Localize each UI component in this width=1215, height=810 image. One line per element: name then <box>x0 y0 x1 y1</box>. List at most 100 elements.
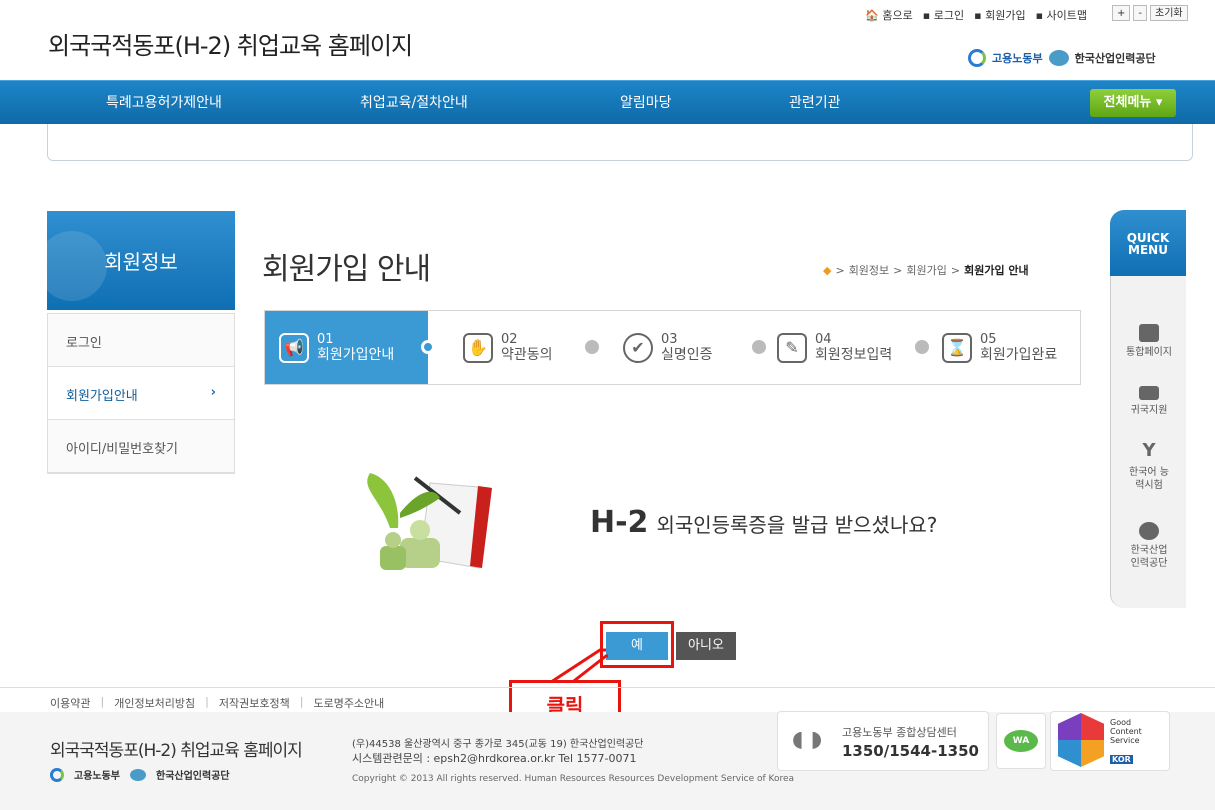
good-content-logo-icon <box>1058 713 1104 767</box>
footer-logo-hrdk: 한국산업인력공단 <box>156 771 230 782</box>
breadcrumb-item-2[interactable]: 회원가입 <box>906 262 946 278</box>
folder-icon <box>1139 386 1159 400</box>
wa-badge-label: WA <box>1004 730 1038 752</box>
moel-logo-icon <box>968 49 986 67</box>
footer-link-address[interactable]: 도로명주소안내 <box>313 695 384 711</box>
breadcrumb-sep-icon: > <box>835 263 845 277</box>
footer-logos: 고용노동부 한국산업인력공단 <box>50 767 230 782</box>
moel-logo-icon <box>50 767 64 782</box>
step-5: ⌛ 05 회원가입완료 <box>942 311 1057 384</box>
nav-item-related[interactable]: 관련기관 <box>789 92 841 112</box>
step-1-label: 회원가입안내 <box>317 347 395 363</box>
lnb-title-text: 회원정보 <box>104 250 178 274</box>
side-item-signup-guide[interactable]: 회원가입안내 › <box>48 367 234 420</box>
step-1: 📢 01 회원가입안내 <box>265 311 428 384</box>
nav-item-education[interactable]: 취업교육/절차안내 <box>360 92 468 112</box>
top-links: 🏠 홈으로 ▪ 로그인 ▪ 회원가입 ▪ 사이트맵 <box>865 7 1087 23</box>
home-icon[interactable]: ◆ <box>823 264 831 277</box>
footer-link-copyright[interactable]: 저작권보호정책 <box>219 695 290 711</box>
signup-link[interactable]: ▪ 회원가입 <box>974 7 1025 23</box>
footer-link-privacy[interactable]: 개인정보처리방침 <box>114 695 195 711</box>
font-reset-button[interactable]: 초기화 <box>1150 5 1188 21</box>
good-content-kor: KOR <box>1110 755 1133 764</box>
font-size-controls: + - 초기화 <box>1112 5 1188 21</box>
step-4-num: 04 <box>815 332 832 347</box>
sub-menu-bar <box>47 124 1193 161</box>
main-nav: 특례고용허가제안내 취업교육/절차안내 알림마당 관련기관 전체메뉴 ▾ <box>0 80 1215 124</box>
breadcrumb-item-1[interactable]: 회원정보 <box>849 262 889 278</box>
call-center-number: 1350/1544-1350 <box>842 742 979 760</box>
footer-sep: | <box>100 695 105 708</box>
hrdk-icon <box>1139 522 1159 540</box>
quick-item-hrdk-label: 한국산업 인력공단 <box>1130 545 1168 569</box>
page-title: 회원가입 안내 <box>262 252 431 287</box>
quick-title-2: MENU <box>1128 243 1168 257</box>
side-item-login[interactable]: 로그인 <box>48 314 234 367</box>
callout-pointer <box>547 648 608 684</box>
flower-decoration <box>47 231 107 301</box>
hourglass-icon: ⌛ <box>942 332 972 363</box>
home-link[interactable]: 🏠 홈으로 <box>865 7 913 23</box>
side-item-find-account[interactable]: 아이디/비밀번호찾기 <box>48 420 234 473</box>
sitemap-link[interactable]: ▪ 사이트맵 <box>1036 7 1087 23</box>
folder-edit-icon: ✎ <box>777 332 807 363</box>
footer-sep: | <box>299 695 304 708</box>
site-title[interactable]: 외국국적동포(H-2) 취업교육 홈페이지 <box>48 26 413 61</box>
login-link-label: 로그인 <box>933 9 965 22</box>
footer-address-line: (우)44538 울산광역시 중구 종가로 345(교동 19) 한국산업인력공… <box>352 739 644 750</box>
wa-badge[interactable]: WA <box>996 713 1046 769</box>
hand-icon: ✋ <box>463 332 493 363</box>
footer-divider <box>0 687 1215 688</box>
breadcrumb: ◆ > 회원정보 > 회원가입 > 회원가입 안내 <box>823 262 1029 278</box>
headset-icon: ◖ ◗ <box>792 727 823 752</box>
nav-item-special-employment[interactable]: 특례고용허가제안내 <box>106 92 222 112</box>
quick-item-portal-label: 통합페이지 <box>1126 347 1172 358</box>
footer-address: (우)44538 울산광역시 중구 종가로 345(교동 19) 한국산업인력공… <box>352 738 644 766</box>
step-dot <box>421 340 435 354</box>
y-icon: Y <box>1142 440 1156 461</box>
question: H-2 외국인등록증을 발급 받으셨나요? <box>590 505 937 540</box>
step-3-label: 실명인증 <box>661 347 713 363</box>
footer-title: 외국국적동포(H-2) 취업교육 홈페이지 <box>50 741 303 761</box>
side-menu: 로그인 회원가입안내 › 아이디/비밀번호찾기 <box>47 313 235 474</box>
step-2-label: 약관동의 <box>501 347 553 363</box>
quick-item-return-label: 귀국지원 <box>1130 405 1168 416</box>
font-decrease-button[interactable]: - <box>1133 5 1147 21</box>
font-increase-button[interactable]: + <box>1112 5 1131 21</box>
all-menu-button[interactable]: 전체메뉴 ▾ <box>1090 89 1176 117</box>
hrdk-logo-text[interactable]: 한국산업인력공단 <box>1075 50 1156 66</box>
breadcrumb-sep-icon: > <box>893 263 903 277</box>
footer-contact-line: 시스템관련문의 : epsh2@hrdkorea.or.kr Tel 1577-… <box>352 752 637 765</box>
side-item-find-label: 아이디/비밀번호찾기 <box>66 442 179 457</box>
login-link[interactable]: ▪ 로그인 <box>923 7 964 23</box>
question-text: 외국인등록증을 발급 받으셨나요? <box>656 513 938 537</box>
signup-link-label: 회원가입 <box>985 9 1026 22</box>
no-button[interactable]: 아니오 <box>676 632 736 660</box>
home-link-label: 홈으로 <box>882 9 913 22</box>
phone-icon <box>1139 324 1159 342</box>
moel-logo-text[interactable]: 고용노동부 <box>992 50 1043 66</box>
step-5-num: 05 <box>980 332 997 347</box>
step-4-label: 회원정보입력 <box>815 347 893 363</box>
footer-sep: | <box>205 695 209 708</box>
step-5-label: 회원가입완료 <box>980 347 1058 363</box>
step-4: ✎ 04 회원정보입력 <box>777 311 892 384</box>
chevron-right-icon: › <box>210 385 216 400</box>
side-item-signup-label: 회원가입안내 <box>66 389 138 404</box>
footer-logo-moel: 고용노동부 <box>74 771 120 782</box>
megaphone-icon: 📢 <box>279 332 309 363</box>
quick-item-return[interactable]: 귀국지원 <box>1111 386 1187 417</box>
good-content-text: Good Content Service <box>1110 718 1142 745</box>
quick-item-topik-label: 한국어 능력시험 <box>1129 467 1169 491</box>
side-item-login-label: 로그인 <box>66 336 102 351</box>
signup-illustration-icon <box>367 473 492 570</box>
footer-links: 이용약관 | 개인정보처리방침 | 저작권보호정책 | 도로명주소안내 <box>50 695 384 711</box>
hrdk-logo-icon <box>1048 50 1069 66</box>
call-center-title: 고용노동부 종합상담센터 <box>842 726 957 739</box>
quick-item-portal[interactable]: 통합페이지 <box>1111 324 1187 359</box>
footer-link-terms[interactable]: 이용약관 <box>50 695 90 711</box>
signup-steps: 📢 01 회원가입안내 ✋ 02 약관동의 ✔ 03 실명인증 ✎ 04 회원정보입력 … <box>264 310 1081 385</box>
quick-item-hrdk[interactable]: 한국산업 인력공단 <box>1111 522 1187 570</box>
nav-item-notice[interactable]: 알림마당 <box>620 92 672 112</box>
quick-item-topik[interactable]: Y 한국어 능력시험 <box>1111 440 1187 492</box>
